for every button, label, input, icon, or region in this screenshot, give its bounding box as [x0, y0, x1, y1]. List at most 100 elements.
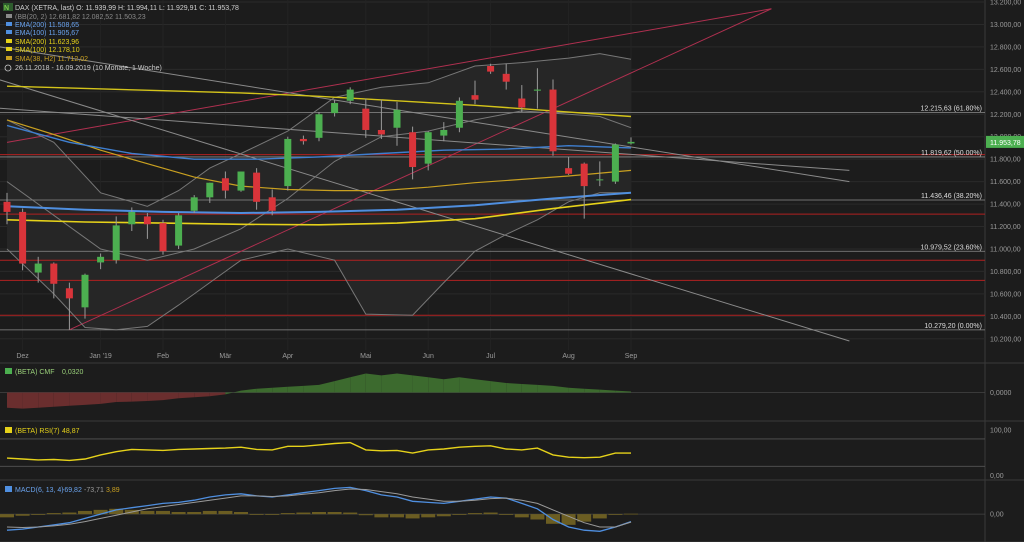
macd-histogram-bar	[187, 512, 202, 515]
cmf-area	[131, 392, 148, 402]
x-tick-label: Dez	[16, 353, 29, 360]
legend-swatch-ema200	[6, 22, 12, 26]
cmf-area	[443, 377, 460, 393]
x-tick-label: Apr	[282, 353, 294, 360]
macd-value-hist: 3,89	[106, 487, 120, 494]
candle-down	[565, 168, 573, 174]
macd-y-tick: 0,00	[990, 512, 1004, 519]
legend-item-ema100[interactable]: EMA(100) 11.905,67	[15, 30, 79, 37]
y-tick-label: 11.800,00	[990, 157, 1021, 164]
candle-up	[315, 114, 323, 138]
macd-swatch	[5, 486, 12, 492]
cmf-area	[537, 384, 553, 393]
rsi-title[interactable]: (BETA) RSI(7)	[15, 428, 60, 435]
cmf-area	[116, 392, 132, 402]
cmf-area	[412, 375, 429, 393]
y-tick-label: 11.600,00	[990, 179, 1021, 186]
macd-histogram-bar	[499, 514, 514, 515]
candle-up	[611, 144, 619, 182]
candle-up	[190, 197, 198, 211]
y-tick-label: 13.000,00	[990, 22, 1021, 29]
cmf-legend: (BETA) CMF 0,0320	[5, 368, 84, 376]
cmf-title[interactable]: (BETA) CMF	[15, 369, 55, 376]
rsi-legend: (BETA) RSI(7) 48,87	[5, 427, 80, 435]
fibonacci-label: 11.436,46 (38.20%)	[921, 193, 982, 200]
candle-up	[128, 211, 136, 225]
cmf-swatch	[5, 368, 12, 374]
macd-histogram-bar	[530, 514, 545, 520]
candle-down	[19, 211, 27, 264]
cmf-area	[428, 377, 444, 393]
x-tick-label: Aug	[562, 353, 575, 360]
y-tick-label: 11.400,00	[990, 202, 1021, 209]
legend-item-sma38[interactable]: SMA(38, H2) 11.712,02	[15, 56, 88, 63]
cmf-y-tick: 0,0000	[990, 390, 1012, 397]
y-tick-label: 10.400,00	[990, 314, 1021, 321]
candle-down	[471, 95, 479, 100]
candle-down	[253, 172, 261, 202]
cmf-area	[147, 392, 163, 402]
candle-up	[331, 103, 339, 114]
cmf-area	[53, 392, 70, 407]
candle-up	[393, 109, 401, 128]
macd-histogram-bar	[592, 514, 607, 519]
macd-histogram-bar	[249, 514, 264, 515]
macd-histogram-bar	[0, 514, 14, 518]
macd-histogram-bar	[468, 513, 482, 515]
y-tick-label: 12.600,00	[990, 67, 1021, 74]
rsi-y-tick: 100,00	[990, 427, 1012, 434]
macd-histogram-bar	[561, 514, 576, 525]
legend-title[interactable]: DAX (XETRA, last) O: 11.939,99 H: 11.994…	[15, 5, 239, 12]
cmf-area	[38, 392, 54, 408]
x-tick-label: Feb	[157, 353, 169, 360]
legend-item-bb[interactable]: (BB(20, 2) 12.681,82 12.082,52 11.503,23	[15, 14, 146, 21]
candle-up	[440, 129, 448, 136]
rsi-swatch	[5, 427, 12, 433]
macd-histogram-bar	[218, 510, 233, 515]
cmf-area	[100, 392, 117, 404]
x-tick-label: Mai	[360, 353, 372, 360]
macd-histogram-bar	[140, 510, 155, 515]
legend-item-sma200[interactable]: SMA(200) 11.623,96	[15, 39, 79, 46]
macd-histogram-bar	[358, 514, 373, 516]
candle-down	[549, 89, 557, 152]
cmf-area	[475, 379, 491, 393]
y-tick-label: 10.200,00	[990, 336, 1021, 343]
macd-value-signal: -73,71	[84, 487, 104, 494]
candle-up	[206, 182, 214, 198]
macd-title[interactable]: MACD(6, 13, 4)	[15, 487, 64, 494]
macd-histogram-bar	[608, 514, 623, 515]
macd-histogram-bar	[296, 512, 311, 515]
fibonacci-label: 10.979,52 (23.60%)	[921, 244, 983, 251]
legend-swatch-sma100	[6, 47, 12, 51]
candle-up	[455, 100, 463, 128]
macd-histogram-bar	[343, 512, 358, 515]
fibonacci-label: 11.819,62 (50.00%)	[921, 150, 982, 157]
macd-histogram-bar	[390, 514, 404, 518]
candle-up	[284, 138, 292, 187]
candle-up	[596, 179, 604, 181]
candle-down	[409, 132, 417, 168]
candle-down	[65, 288, 73, 299]
rsi-value: 48,87	[62, 428, 80, 435]
candle-down	[487, 65, 495, 72]
x-tick-label: Jun	[423, 353, 434, 360]
rsi-panel	[0, 423, 985, 480]
fibonacci-label: 10.279,20 (0.00%)	[924, 323, 982, 330]
legend-item-sma100[interactable]: SMA(100) 12.178,10	[15, 47, 80, 54]
macd-histogram-bar	[312, 512, 326, 515]
x-tick-label: Mär	[219, 353, 232, 360]
x-tick-label: Jan '19	[89, 353, 111, 360]
cmf-area	[381, 373, 397, 393]
candle-up	[533, 89, 541, 91]
fibonacci-label: 12.215,63 (61.80%)	[921, 106, 983, 113]
y-tick-label: 11.000,00	[990, 246, 1021, 253]
cmf-area	[287, 385, 304, 393]
legend-period[interactable]: 26.11.2018 - 16.09.2019 (10 Monate, 1 Wo…	[15, 65, 162, 72]
macd-histogram-bar	[421, 514, 436, 518]
macd-histogram-bar	[405, 514, 420, 519]
cmf-area	[7, 392, 23, 409]
legend-item-ema200[interactable]: EMA(200) 11.508,65	[15, 22, 79, 29]
cmf-area	[521, 383, 538, 393]
logo-text: N	[4, 5, 9, 12]
